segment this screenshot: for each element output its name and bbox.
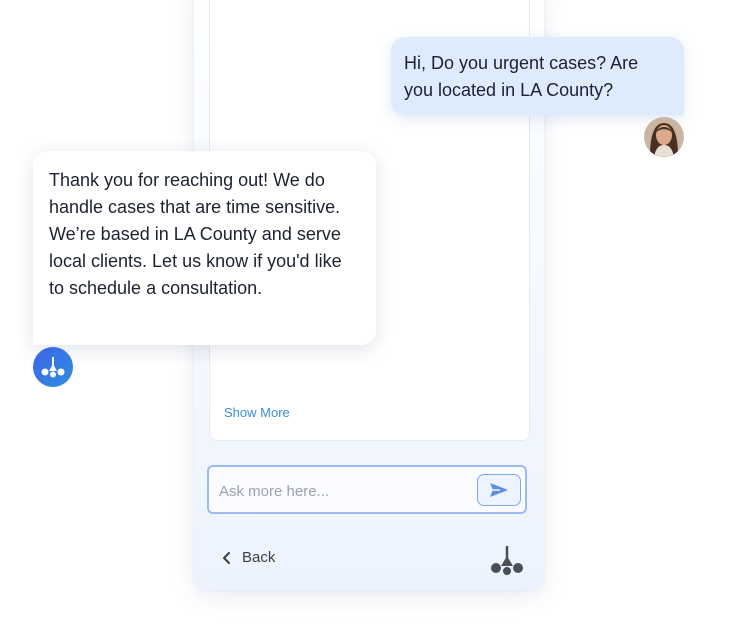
chevron-left-icon (223, 551, 230, 564)
ask-input-container (207, 465, 527, 514)
user-message-bubble: Hi, Do you urgent cases? Are you located… (391, 37, 684, 115)
show-more-link[interactable]: Show More (224, 405, 290, 420)
bot-logo-icon (41, 357, 65, 378)
back-button[interactable]: Back (222, 549, 275, 566)
ask-input[interactable] (217, 477, 471, 505)
send-button[interactable] (477, 474, 521, 506)
bot-avatar (33, 347, 73, 387)
brand-logo-icon (491, 546, 523, 575)
send-icon (490, 483, 508, 497)
bot-message-bubble: Thank you for reaching out! We do handle… (33, 151, 376, 345)
user-avatar (644, 117, 684, 157)
back-label: Back (242, 549, 276, 566)
